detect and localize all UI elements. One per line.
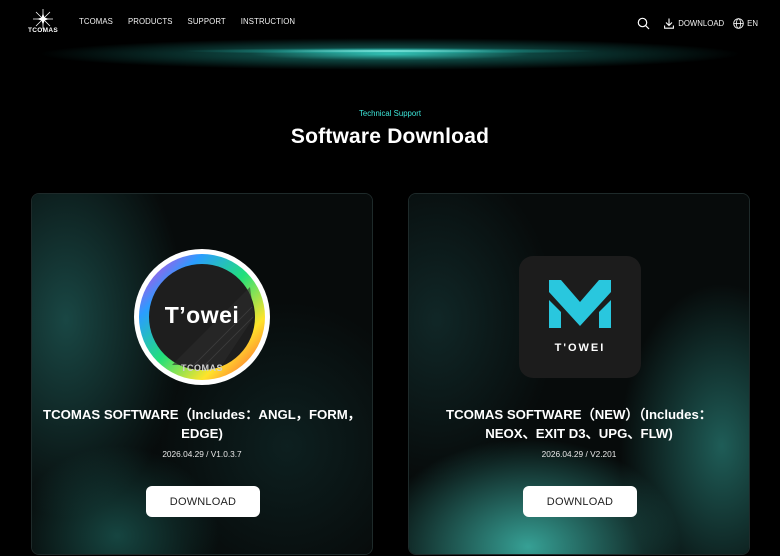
- main-nav: TCOMAS PRODUCTS SUPPORT INSTRUCTION: [79, 17, 310, 26]
- language-switcher[interactable]: EN: [733, 17, 758, 29]
- header-tools: DOWNLOAD EN: [637, 14, 758, 32]
- towei-logo-text: T’owei: [164, 302, 240, 328]
- towei-new-app-logo: T'OWEI: [519, 256, 641, 378]
- nav-item-tcomas[interactable]: TCOMAS: [79, 17, 113, 26]
- card-title-line: TCOMAS SOFTWARE（Includes：ANGL，FORM，: [43, 407, 361, 422]
- header-download-link[interactable]: DOWNLOAD: [664, 18, 724, 29]
- software-card-towei-new: T'OWEI TCOMAS SOFTWARE（NEW）（Includes： NE…: [408, 193, 750, 555]
- towei-m-logo-icon: [519, 256, 641, 378]
- card-title-line: NEOX、EXIT D3、UPG、FLW): [485, 426, 673, 441]
- language-label: EN: [747, 18, 758, 28]
- section-eyebrow: Technical Support: [359, 109, 421, 118]
- software-card-towei: T’owei TCOMAS TCOMAS SOFTWARE（Includes：A…: [31, 193, 373, 555]
- card-title-line: TCOMAS SOFTWARE（NEW）（Includes：: [446, 407, 712, 422]
- download-button[interactable]: DOWNLOAD: [523, 486, 637, 517]
- page-title: Software Download: [290, 125, 490, 148]
- search-icon[interactable]: [637, 17, 650, 30]
- card-version-date: 2026.04.29 / V2.201: [541, 449, 617, 459]
- nav-item-products[interactable]: PRODUCTS: [128, 17, 173, 26]
- nav-item-instruction[interactable]: INSTRUCTION: [241, 17, 295, 26]
- card-title: TCOMAS SOFTWARE（Includes：ANGL，FORM， EDGE…: [42, 405, 362, 443]
- download-button[interactable]: DOWNLOAD: [146, 486, 260, 517]
- header-glow-line: [180, 48, 600, 54]
- header-download-label: DOWNLOAD: [678, 18, 725, 28]
- card-version-date: 2026.04.29 / V1.0.3.7: [162, 449, 242, 459]
- towei-new-logo-text: T'OWEI: [554, 342, 606, 354]
- download-icon: [664, 18, 675, 29]
- globe-icon: [733, 17, 744, 29]
- towei-app-logo: T’owei TCOMAS: [132, 247, 272, 387]
- brand-logo-text: TCOMAS: [28, 27, 58, 34]
- tcomas-logo-subtext: TCOMAS: [181, 363, 223, 373]
- header-glow: [40, 34, 740, 74]
- card-title-line: EDGE): [181, 426, 223, 441]
- card-title: TCOMAS SOFTWARE（NEW）（Includes： NEOX、EXIT…: [419, 405, 739, 443]
- nav-item-support[interactable]: SUPPORT: [188, 17, 226, 26]
